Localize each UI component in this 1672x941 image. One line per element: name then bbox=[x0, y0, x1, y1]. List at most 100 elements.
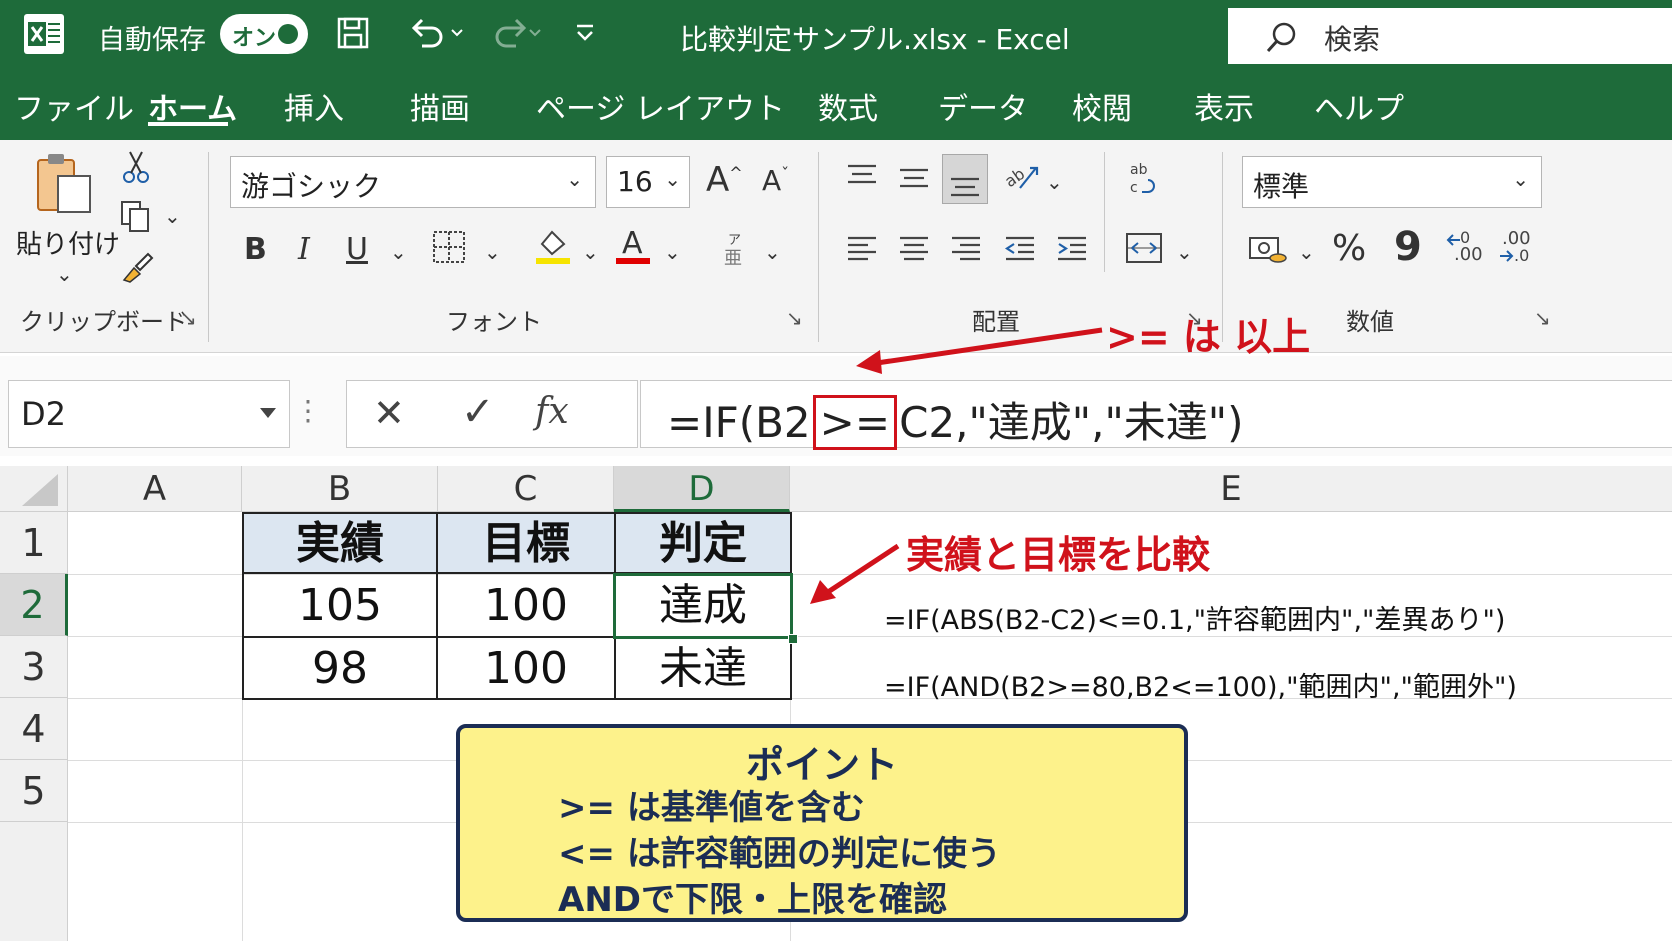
select-all-button[interactable] bbox=[0, 466, 68, 512]
tab-page-layout[interactable]: ページ レイアウト bbox=[536, 84, 785, 128]
paste-icon[interactable] bbox=[34, 152, 94, 220]
phonetic-dropdown-icon[interactable]: ⌄ bbox=[764, 240, 781, 264]
right-arrow-icon bbox=[1500, 250, 1514, 262]
ribbon-separator bbox=[818, 152, 819, 342]
orientation-icon[interactable]: ab bbox=[1001, 158, 1042, 198]
font-color-dropdown-icon[interactable]: ⌄ bbox=[664, 240, 681, 264]
increase-font-size-button[interactable]: A^ bbox=[706, 160, 743, 200]
cell-b2[interactable]: 105 bbox=[242, 572, 438, 638]
cut-icon[interactable] bbox=[122, 150, 150, 188]
search-placeholder: 検索 bbox=[1324, 23, 1381, 56]
row-header-4[interactable]: 4 bbox=[0, 698, 68, 760]
cell-b3[interactable]: 98 bbox=[242, 636, 438, 700]
clipboard-launcher-icon[interactable]: ↘ bbox=[180, 306, 197, 330]
font-size-select[interactable]: 16 ⌄ bbox=[606, 156, 690, 208]
number-launcher-icon[interactable]: ↘ bbox=[1534, 306, 1551, 330]
save-icon[interactable] bbox=[336, 16, 370, 54]
increase-decimal-text: .00 bbox=[1454, 244, 1483, 265]
tab-formulas[interactable]: 数式 bbox=[818, 84, 878, 128]
column-header-a[interactable]: A bbox=[68, 466, 242, 512]
tab-data[interactable]: データ bbox=[938, 84, 1028, 128]
borders-dropdown-icon[interactable]: ⌄ bbox=[484, 240, 501, 264]
font-launcher-icon[interactable]: ↘ bbox=[786, 306, 803, 330]
toggle-knob bbox=[278, 24, 298, 44]
format-painter-icon[interactable] bbox=[120, 250, 154, 288]
align-left-icon[interactable] bbox=[846, 232, 878, 268]
merge-dropdown-icon[interactable]: ⌄ bbox=[1176, 240, 1193, 264]
customize-toolbar-icon[interactable] bbox=[572, 20, 598, 50]
tab-draw[interactable]: 描画 bbox=[410, 84, 470, 128]
formula-operator-highlight: >= bbox=[812, 395, 898, 450]
align-middle-icon[interactable] bbox=[898, 160, 930, 196]
percent-style-button[interactable]: % bbox=[1332, 228, 1366, 269]
copy-icon[interactable] bbox=[120, 200, 154, 238]
column-header-b[interactable]: B bbox=[242, 466, 438, 512]
formula-input[interactable]: =IF(B2 >= C2,"達成","未達") bbox=[640, 380, 1672, 450]
paste-label[interactable]: 貼り付け bbox=[16, 224, 120, 261]
svg-text:ab: ab bbox=[1002, 164, 1028, 191]
cell-c1[interactable]: 目標 bbox=[436, 512, 616, 574]
merge-center-icon[interactable] bbox=[1124, 230, 1164, 270]
bold-button[interactable]: B bbox=[244, 232, 267, 267]
name-box[interactable]: D2 bbox=[8, 380, 290, 448]
column-header-e[interactable]: E bbox=[790, 466, 1672, 512]
tolerance-formula-note: =IF(ABS(B2-C2)<=0.1,"許容範囲内","差異あり") bbox=[884, 605, 1506, 636]
tab-file[interactable]: ファイル bbox=[14, 84, 134, 128]
tab-help[interactable]: ヘルプ bbox=[1314, 84, 1404, 128]
italic-button[interactable]: I bbox=[298, 232, 310, 267]
align-top-icon[interactable] bbox=[846, 160, 878, 196]
svg-text:ab: ab bbox=[1130, 162, 1148, 178]
cell-c2[interactable]: 100 bbox=[436, 572, 616, 638]
fill-color-icon[interactable] bbox=[534, 226, 574, 270]
decrease-indent-icon[interactable] bbox=[1004, 232, 1036, 268]
borders-icon[interactable] bbox=[430, 228, 468, 270]
cell-b1[interactable]: 実績 bbox=[242, 512, 438, 574]
paste-dropdown-icon[interactable]: ⌄ bbox=[56, 262, 73, 286]
align-right-icon[interactable] bbox=[950, 232, 982, 268]
search-icon bbox=[1266, 22, 1296, 53]
wrap-text-icon[interactable]: ab c bbox=[1126, 160, 1162, 200]
row-header-3[interactable]: 3 bbox=[0, 636, 68, 698]
row-header-2[interactable]: 2 bbox=[0, 574, 68, 636]
compare-annotation: 実績と目標を比較 bbox=[906, 533, 1211, 577]
underline-button[interactable]: U bbox=[346, 232, 368, 267]
cancel-entry-button[interactable]: ✕ bbox=[373, 391, 405, 435]
formula-suffix: C2,"達成","未達") bbox=[899, 398, 1244, 447]
row-header-5[interactable]: 5 bbox=[0, 760, 68, 822]
align-bottom-button[interactable] bbox=[942, 154, 988, 204]
fill-handle[interactable] bbox=[788, 634, 798, 644]
chevron-down-icon: ⌄ bbox=[664, 167, 681, 191]
search-box[interactable]: 検索 bbox=[1228, 8, 1672, 64]
enter-button[interactable]: ✓ bbox=[461, 389, 495, 435]
redo-icon[interactable] bbox=[488, 16, 544, 54]
decrease-font-size-button[interactable]: Aˇ bbox=[762, 164, 789, 197]
tab-review[interactable]: 校閲 bbox=[1072, 84, 1132, 128]
row-header-1[interactable]: 1 bbox=[0, 512, 68, 574]
column-header-c[interactable]: C bbox=[438, 466, 614, 512]
fill-color-dropdown-icon[interactable]: ⌄ bbox=[582, 240, 599, 264]
phonetic-guide-icon[interactable]: ア亜 bbox=[720, 230, 750, 272]
increase-indent-icon[interactable] bbox=[1056, 232, 1088, 268]
insert-function-button[interactable]: fx bbox=[535, 391, 569, 432]
tab-insert[interactable]: 挿入 bbox=[284, 84, 344, 128]
accounting-dropdown-icon[interactable]: ⌄ bbox=[1298, 240, 1315, 264]
align-bottom-icon bbox=[951, 177, 979, 197]
number-format-select[interactable]: 標準 ⌄ bbox=[1242, 156, 1542, 208]
autosave-toggle[interactable]: オン bbox=[220, 14, 308, 54]
comma-style-button[interactable]: 9 bbox=[1394, 224, 1422, 270]
accounting-format-icon[interactable] bbox=[1248, 232, 1288, 270]
align-center-icon[interactable] bbox=[898, 232, 930, 268]
undo-icon[interactable] bbox=[410, 16, 466, 54]
column-header-d[interactable]: D bbox=[614, 466, 790, 512]
ribbon-separator bbox=[208, 152, 209, 342]
orientation-dropdown-icon[interactable]: ⌄ bbox=[1046, 170, 1063, 194]
cell-c3[interactable]: 100 bbox=[436, 636, 616, 700]
row-header-6[interactable] bbox=[0, 822, 68, 941]
formula-bar-grip-icon[interactable]: ⋮ bbox=[294, 394, 322, 427]
font-name-select[interactable]: 游ゴシック ⌄ bbox=[230, 156, 596, 208]
tab-view[interactable]: 表示 bbox=[1194, 84, 1254, 128]
cell-d1[interactable]: 判定 bbox=[614, 512, 792, 574]
underline-dropdown-icon[interactable]: ⌄ bbox=[390, 240, 407, 264]
cell-d3[interactable]: 未達 bbox=[614, 636, 792, 700]
copy-dropdown-icon[interactable]: ⌄ bbox=[164, 204, 181, 228]
